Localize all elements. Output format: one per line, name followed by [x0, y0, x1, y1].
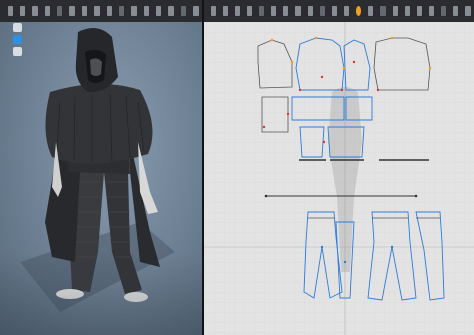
sew-2d-icon[interactable] — [356, 6, 362, 16]
dart-icon[interactable] — [319, 6, 325, 16]
view-1-icon[interactable] — [416, 6, 423, 16]
pattern-canvas — [204, 22, 474, 335]
tack-icon[interactable] — [69, 6, 75, 16]
arrange-icon[interactable] — [106, 6, 112, 16]
zoom-2d-icon[interactable] — [465, 6, 471, 16]
avatar-icon[interactable] — [118, 6, 125, 16]
edit-point-icon[interactable] — [222, 6, 228, 16]
grade-icon[interactable] — [344, 6, 350, 16]
layer-icon[interactable] — [180, 6, 187, 16]
render-icon[interactable] — [404, 6, 410, 16]
zoom-icon[interactable] — [156, 6, 162, 16]
lighting-icon[interactable] — [13, 47, 22, 56]
notch-icon[interactable] — [368, 6, 374, 16]
rectangle-icon[interactable] — [259, 6, 265, 16]
pointer-icon[interactable] — [210, 6, 216, 16]
sim-2d-icon[interactable] — [392, 6, 398, 16]
toolbar-3d — [0, 0, 202, 22]
pin-icon[interactable] — [57, 6, 63, 16]
side-tools — [13, 23, 27, 59]
viewport-3d[interactable] — [0, 22, 202, 335]
brush-icon[interactable] — [81, 6, 88, 16]
avatar-visibility-icon[interactable] — [13, 23, 22, 32]
transform-icon[interactable] — [32, 6, 38, 16]
settings-icon[interactable] — [168, 6, 174, 16]
simulate-icon[interactable] — [143, 6, 149, 16]
polygon-icon[interactable] — [271, 6, 277, 16]
seam-icon[interactable] — [331, 6, 338, 16]
circle-icon[interactable] — [283, 6, 289, 16]
line-icon[interactable] — [234, 6, 240, 16]
view-3-icon[interactable] — [441, 6, 447, 16]
toolbar-2d — [203, 0, 474, 22]
garment-visibility-icon[interactable] — [13, 35, 22, 44]
view-4-icon[interactable] — [453, 6, 459, 16]
internal-line-icon[interactable] — [295, 6, 301, 16]
fabric-icon[interactable] — [131, 6, 137, 16]
move-icon[interactable] — [7, 6, 13, 16]
viewport-2d[interactable] — [204, 22, 474, 335]
layout-icon[interactable] — [380, 6, 386, 16]
trace-icon[interactable] — [307, 6, 313, 16]
fold-icon[interactable] — [44, 6, 50, 16]
curve-icon[interactable] — [246, 6, 253, 16]
view-2-icon[interactable] — [429, 6, 435, 16]
floor — [0, 252, 202, 335]
sew-icon[interactable] — [94, 6, 100, 16]
select-icon[interactable] — [19, 6, 26, 16]
camera-icon[interactable] — [193, 6, 199, 16]
